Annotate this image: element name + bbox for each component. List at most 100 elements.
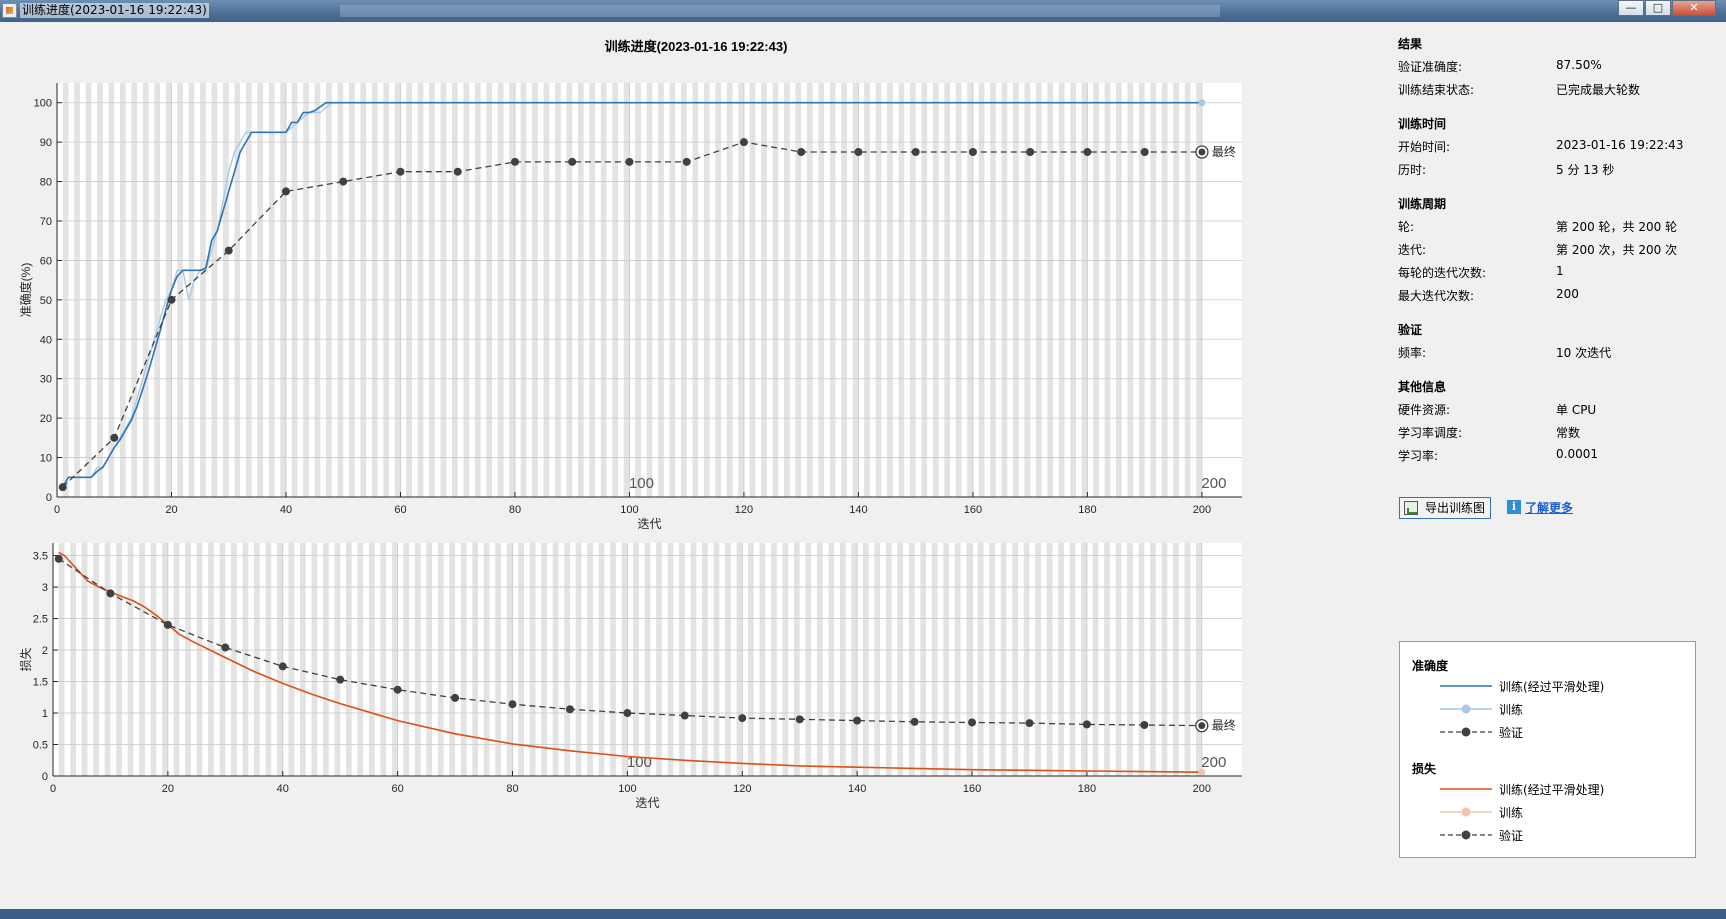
export-plot-icon [1404,501,1418,515]
epoch-stripe [805,543,812,776]
epoch-stripe [977,543,984,776]
other-info-heading: 其他信息 [1398,380,1447,394]
elapsed-label: 历时: [1398,163,1427,177]
epoch-stripe [669,83,676,497]
epoch-stripe [280,83,286,497]
epoch-stripe [58,543,65,776]
info-icon[interactable]: i [1507,500,1521,514]
train-final-point [1198,99,1206,107]
learn-more-link[interactable]: 了解更多 [1525,499,1573,516]
epoch-stripe [621,543,628,776]
y-tick-label: 2.5 [33,614,48,626]
epoch-stripe [1184,543,1191,776]
epoch-stripe [334,543,341,776]
y-tick-label: 100 [34,98,52,110]
epoch-stripe [291,83,298,497]
matlab-app-icon [2,3,17,18]
epoch-stripe [795,83,802,497]
x-tick-label: 20 [165,504,177,516]
epoch-stripe [749,83,756,497]
validation-point [451,693,460,702]
maximize-button[interactable]: □ [1645,0,1671,16]
validation-point [910,717,919,726]
epoch-stripe [909,83,916,497]
epoch-stripe [154,83,161,497]
validation-point [565,705,574,714]
val-acc-label: 验证准确度: [1398,60,1463,74]
epoch-stripe [483,543,490,776]
x-tick-label: 40 [277,783,289,795]
validation-point [797,148,806,156]
validation-point [795,715,804,724]
training-plots: 训练进度(2023-01-16 19:22:43) 01020304050607… [18,39,1242,810]
x-tick-label: 20 [162,783,174,795]
x-tick-label: 180 [1078,504,1096,516]
epoch-stripe [245,83,252,497]
legend-loss-heading: 损失 [1412,762,1437,776]
epoch-stripe [736,543,743,776]
x-tick-label: 140 [849,504,867,516]
epoch-stripe [1127,543,1133,776]
epoch-stripe [1116,83,1122,497]
epoch-stripe [692,83,699,497]
epoch-stripe [943,543,950,776]
epoch-stripe [268,83,275,497]
epoch-stripe [680,83,687,497]
epoch-stripe [211,83,218,497]
epoch-label: 轮: [1398,220,1415,234]
epoch-stripe [818,83,825,497]
epoch-stripe [1115,543,1122,776]
titlebar-background [340,5,1220,17]
x-tick-label: 180 [1078,783,1096,795]
x-tick-label: 200 [1193,504,1211,516]
epoch-stripe [841,83,847,497]
validation-point [738,714,747,723]
epoch-stripe [967,83,973,497]
epoch-stripe [679,543,685,776]
epoch-stripe [345,543,352,776]
close-button[interactable]: ✕ [1672,0,1716,16]
validation-point [968,718,977,727]
epoch-stripe [1196,543,1202,776]
epoch-stripe [337,83,344,497]
epoch-stripe [667,543,674,776]
validation-point [968,148,977,156]
epoch-stripe [150,543,157,776]
epoch-stripe [1035,83,1042,497]
validation-point [281,187,290,196]
minimize-button[interactable]: — [1618,0,1644,16]
epoch-stripe [725,543,731,776]
epoch-stripe [656,543,662,776]
epoch-stripe [715,83,722,497]
validation-point [1140,720,1149,729]
x-tick-label: 200 [1193,783,1211,795]
epoch-stripe [782,543,789,776]
epoch-stripe [864,83,870,497]
legend-loss-val-swatch [1440,830,1492,840]
results-heading: 结果 [1398,37,1423,51]
x-tick-label: 120 [733,783,751,795]
epoch-stripe [127,543,134,776]
start-time-value: 2023-01-16 19:22:43 [1556,138,1684,152]
epoch-stripe [288,543,295,776]
epoch-stripe [1046,543,1053,776]
validation-point [58,483,67,492]
epoch-stripe [497,83,504,497]
epoch-stripe [1138,543,1145,776]
export-plot-button[interactable]: 导出训练图 [1399,497,1491,519]
epoch-stripe [1070,83,1076,497]
validation-point [854,148,863,156]
iter-per-epoch-value: 1 [1556,264,1564,278]
epoch-stripe [852,83,859,497]
x-tick-label: 160 [963,783,981,795]
epoch-stripe [1173,543,1179,776]
epoch-stripe [1047,83,1054,497]
epoch-stripe [429,83,435,497]
epoch-marker-label: 200 [1201,754,1226,771]
validation-point [110,433,119,442]
epoch-stripe [806,83,813,497]
validation-point [1140,148,1149,156]
epoch-stripe [231,543,237,776]
epoch-stripe [223,83,229,497]
max-iter-label: 最大迭代次数: [1398,289,1475,303]
